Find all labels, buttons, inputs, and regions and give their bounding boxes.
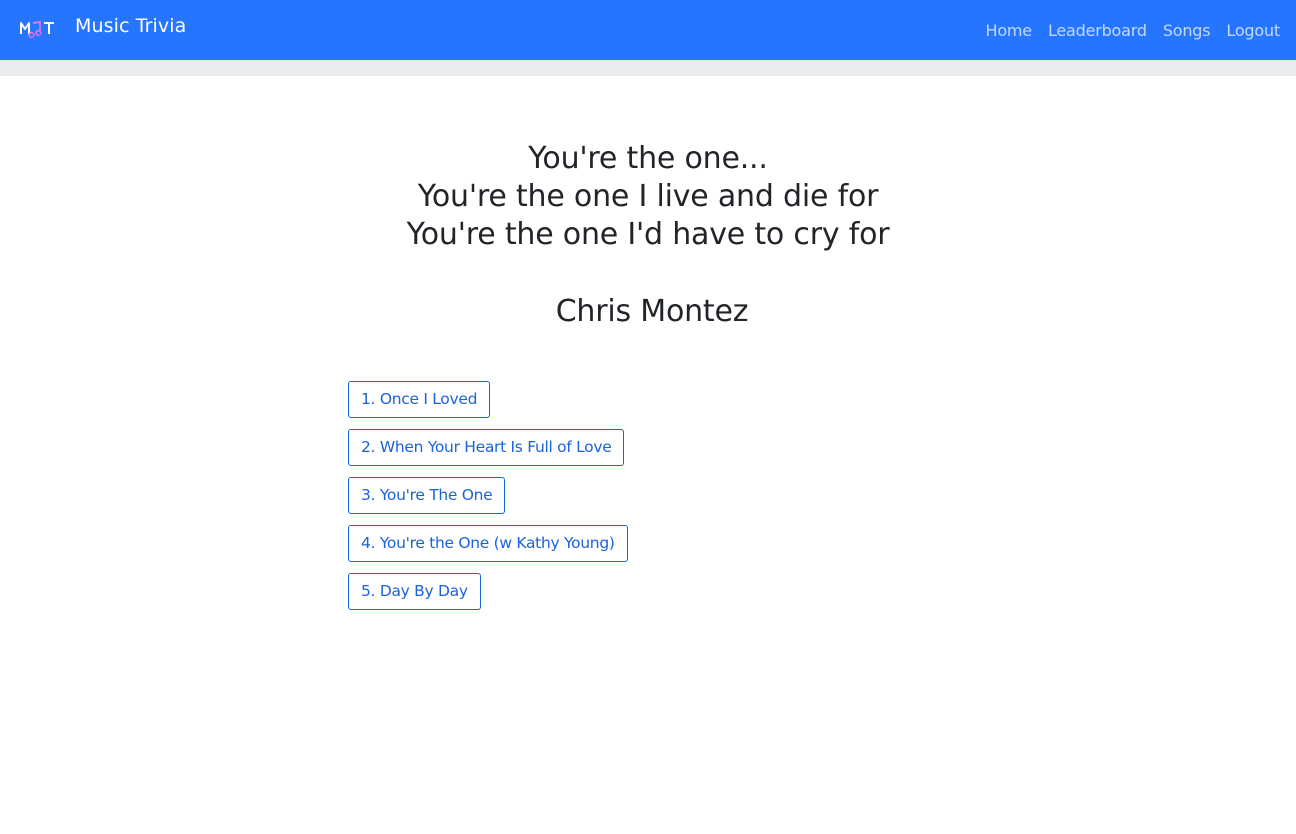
nav-link-leaderboard[interactable]: Leaderboard (1048, 21, 1147, 40)
answer-option-3[interactable]: 3. You're The One (348, 477, 506, 514)
lyric-line: You're the one... (528, 141, 768, 176)
artist-name: Chris Montez (555, 294, 749, 329)
nav-links: Home Leaderboard Songs Logout (985, 21, 1280, 40)
answer-option-1[interactable]: 1. Once I Loved (348, 381, 491, 418)
lyrics-block: You're the one... You're the one I live … (0, 140, 1296, 254)
music-trivia-logo-icon (20, 18, 56, 42)
nav-link-home[interactable]: Home (985, 21, 1032, 40)
nav-link-logout[interactable]: Logout (1226, 21, 1280, 40)
trivia-question: You're the one... You're the one I live … (0, 76, 1296, 834)
navbar: Music Trivia Home Leaderboard Songs Logo… (0, 0, 1296, 60)
subheader-bar (0, 60, 1296, 76)
lyric-line: You're the one I live and die for (417, 179, 879, 214)
answer-option-4[interactable]: 4. You're the One (w Kathy Young) (348, 525, 628, 562)
answer-option-2[interactable]: 2. When Your Heart Is Full of Love (348, 429, 625, 466)
nav-link-songs[interactable]: Songs (1163, 21, 1211, 40)
answer-option-5[interactable]: 5. Day By Day (348, 573, 481, 610)
brand-name: Music Trivia (75, 14, 187, 37)
lyric-line: You're the one I'd have to cry for (406, 217, 890, 252)
brand-link[interactable]: Music Trivia (20, 14, 187, 42)
answer-options: 1. Once I Loved 2. When Your Heart Is Fu… (348, 381, 628, 610)
